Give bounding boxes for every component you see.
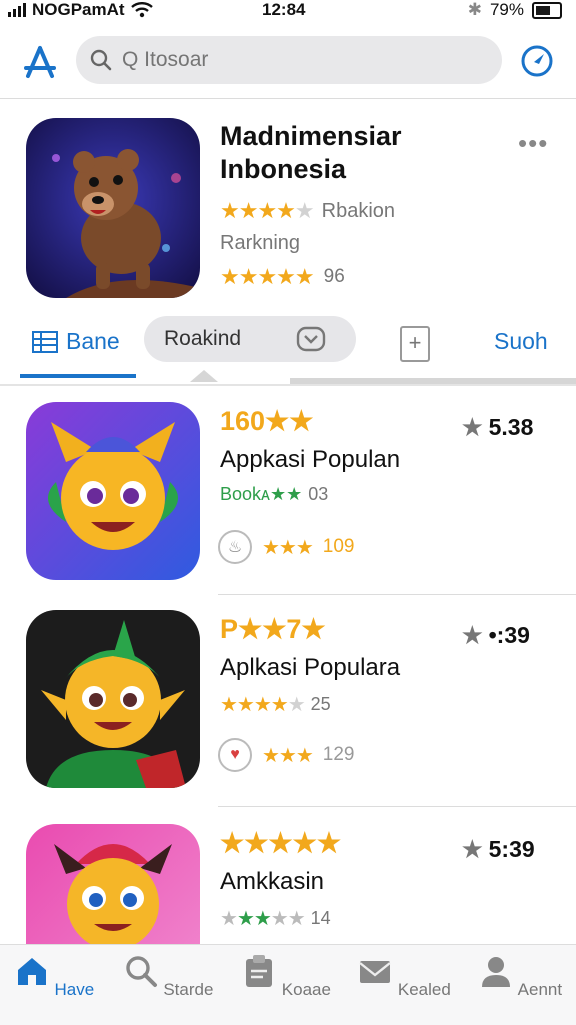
app-sub-rating: ★★★★★ 25: [220, 694, 331, 716]
rating-stars: ★★★★★: [220, 198, 315, 223]
app-store-logo-icon[interactable]: [20, 42, 60, 82]
heart-icon: ♥: [218, 738, 252, 772]
tabbar-item-account[interactable]: Aennt: [470, 953, 570, 1000]
home-icon: [17, 958, 46, 985]
tabbar-item-mail[interactable]: Kealed: [354, 953, 454, 1000]
battery-percent: 79%: [489, 0, 524, 19]
search-input[interactable]: [120, 47, 484, 73]
grid-icon: [32, 330, 58, 353]
more-options-icon[interactable]: •••: [518, 128, 548, 159]
app-meta: ♨ ★★★ 109: [218, 530, 355, 564]
segment-tabs: Bane Roakind + Suoh: [0, 312, 576, 384]
app-name: Appkasi Populan: [220, 446, 401, 473]
app-price[interactable]: ★ 5:39: [462, 836, 535, 863]
meta-stars: ★★★: [262, 744, 314, 767]
list-item[interactable]: P★★7★ ★ •:39 Aplkasi Populara ★★★★★ 25 ♥ …: [0, 610, 576, 810]
search-bar[interactable]: [76, 36, 502, 84]
rank-stars: ★★★★★: [220, 264, 315, 289]
app-price[interactable]: ★ •:39: [462, 622, 530, 649]
tab-add[interactable]: +: [400, 326, 430, 362]
compass-icon[interactable]: [520, 44, 554, 78]
meta-stars: ★★★: [262, 536, 314, 559]
sub-stars: ★★★★★: [220, 694, 306, 716]
divider: [0, 384, 576, 386]
carrier-label: NOGPamAt: [32, 0, 125, 19]
featured-rating: ★★★★★ Rbakion: [220, 198, 395, 224]
tabbar-item-search[interactable]: Starde: [118, 953, 218, 1000]
app-rating-head: P★★7★: [220, 614, 326, 644]
top-bar: [0, 34, 576, 94]
app-sub-rating: ★★★★★ 14: [220, 908, 331, 930]
controller-icon: [296, 326, 326, 352]
app-rating-head: ★★★★★: [220, 828, 342, 858]
tab-pointer: [190, 370, 218, 382]
meta-count: 109: [322, 536, 355, 557]
clock: 12:84: [262, 0, 306, 19]
app-icon[interactable]: [26, 402, 200, 580]
app-rating-head: 160★★: [220, 406, 314, 436]
star-icon: ★: [462, 836, 483, 862]
sub-stars: ★★★★★: [220, 908, 306, 930]
wifi-icon: [130, 2, 153, 18]
star-icon: ★: [462, 622, 483, 648]
mail-icon: [359, 961, 391, 983]
leaf-icon: ♨: [218, 530, 252, 564]
tabbar-item-home[interactable]: Have: [4, 953, 104, 1000]
bottom-tab-bar: Have Starde Koaae Kealed Aennt: [0, 944, 576, 1025]
divider: [0, 98, 576, 99]
app-name: Aplkasi Populara: [220, 654, 401, 681]
app-sub-rating: Bookᴀ★★ 03: [220, 484, 329, 504]
divider: [218, 806, 576, 807]
featured-app-title[interactable]: Madnimensiar Inbonesia: [220, 120, 510, 186]
list-item[interactable]: 160★★ ★ 5.38 Appkasi Populan Bookᴀ★★ 03 ♨…: [0, 402, 576, 602]
clipboard-icon: [246, 955, 273, 987]
rank-label: Rarkning: [220, 232, 301, 254]
tab-bane[interactable]: Bane: [32, 328, 120, 355]
tab-roakind[interactable]: Roakind: [144, 316, 356, 362]
rank-count: 96: [323, 266, 345, 287]
featured-rank-rating: ★★★★★ 96: [220, 264, 345, 290]
app-icon[interactable]: [26, 610, 200, 788]
account-icon: [481, 957, 510, 987]
rating-label: Rbakion: [321, 199, 396, 222]
search-icon: [90, 49, 112, 71]
featured-app-icon[interactable]: [26, 118, 200, 298]
status-bar: NOGPamAt 12:84 ✱ 79%: [0, 0, 576, 22]
app-price[interactable]: ★ 5.38: [462, 414, 533, 441]
app-name: Amkkasin: [220, 868, 325, 895]
meta-count: 129: [322, 744, 355, 765]
app-meta: ♥ ★★★ 129: [218, 738, 355, 772]
divider: [218, 594, 576, 595]
active-tab-indicator: [20, 374, 136, 378]
battery-icon: [532, 1, 562, 19]
star-icon: ★: [462, 414, 483, 440]
tabbar-item-clipboard[interactable]: Koaae: [236, 953, 336, 1000]
tab-suoh[interactable]: Suoh: [494, 328, 548, 355]
search-icon: [125, 956, 157, 987]
signal-icon: [8, 3, 26, 17]
bluetooth-icon: ✱: [467, 0, 482, 19]
